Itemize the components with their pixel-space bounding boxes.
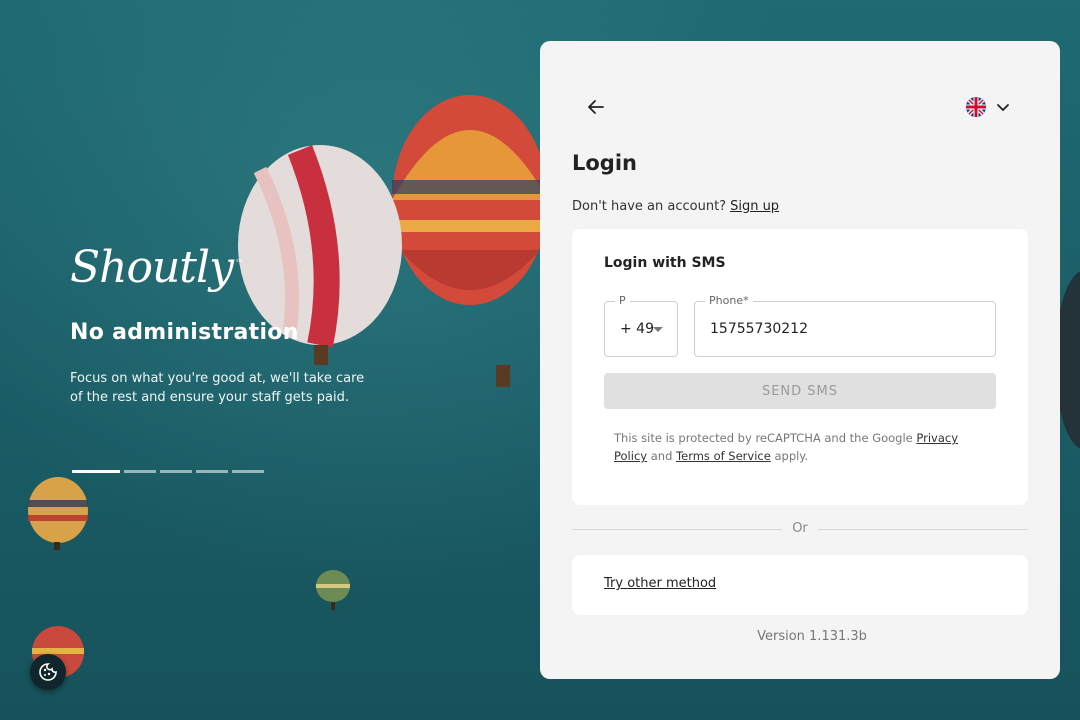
other-method-panel: Try other method bbox=[572, 555, 1028, 615]
cookie-settings-button[interactable] bbox=[30, 654, 66, 690]
recaptcha-notice: This site is protected by reCAPTCHA and … bbox=[614, 429, 984, 465]
chevron-down-icon bbox=[997, 104, 1009, 112]
brand-logo-text: Shoutly bbox=[70, 242, 234, 293]
back-button[interactable] bbox=[582, 93, 610, 121]
brand-logo: Shoutly ™ bbox=[70, 242, 244, 293]
phone-field[interactable]: Phone* 15755730212 bbox=[694, 294, 996, 357]
carousel-dot-1[interactable] bbox=[72, 470, 120, 473]
recaptcha-apply: apply. bbox=[774, 449, 809, 463]
cookie-icon bbox=[39, 663, 57, 681]
recaptcha-and: and bbox=[650, 449, 673, 463]
carousel-dot-3[interactable] bbox=[160, 470, 192, 473]
no-account-text: Don't have an account? bbox=[572, 199, 727, 214]
app-version: Version 1.131.3b bbox=[757, 629, 867, 644]
sms-login-panel: Login with SMS P + 49 Phone* 15755730212… bbox=[572, 229, 1028, 505]
carousel-dot-2[interactable] bbox=[124, 470, 156, 473]
sms-login-title: Login with SMS bbox=[604, 255, 726, 271]
dropdown-caret-icon bbox=[653, 327, 663, 332]
country-code-select[interactable]: P + 49 bbox=[604, 294, 678, 357]
hero-title: No administration bbox=[70, 320, 299, 345]
balloon-tiny bbox=[316, 570, 350, 610]
phone-label: Phone* bbox=[705, 294, 753, 307]
recaptcha-text: This site is protected by reCAPTCHA and … bbox=[614, 431, 913, 445]
country-code-label: P bbox=[615, 294, 630, 307]
login-card: Login Don't have an account? Sign up Logi… bbox=[540, 41, 1060, 679]
balloon-large-right bbox=[392, 95, 548, 387]
hero-description: Focus on what you're good at, we'll take… bbox=[70, 371, 365, 405]
divider-line-right bbox=[818, 529, 1028, 530]
balloon-small-left bbox=[28, 477, 88, 550]
country-code-value: + 49 bbox=[620, 321, 654, 337]
carousel-dot-5[interactable] bbox=[232, 470, 264, 473]
page-title: Login bbox=[572, 151, 637, 175]
carousel-indicator bbox=[72, 470, 264, 473]
send-sms-button[interactable]: SEND SMS bbox=[604, 373, 996, 409]
language-selector[interactable] bbox=[966, 93, 1022, 121]
trademark-mark: ™ bbox=[234, 259, 244, 270]
signup-prompt: Don't have an account? Sign up bbox=[572, 199, 779, 214]
terms-of-service-link[interactable]: Terms of Service bbox=[676, 449, 771, 463]
uk-flag-icon bbox=[966, 97, 986, 117]
or-divider: Or bbox=[572, 519, 1028, 539]
phone-value[interactable]: 15755730212 bbox=[710, 321, 808, 337]
arrow-left-icon bbox=[588, 100, 604, 114]
try-other-method-link[interactable]: Try other method bbox=[604, 576, 716, 591]
carousel-dot-4[interactable] bbox=[196, 470, 228, 473]
signup-link[interactable]: Sign up bbox=[730, 199, 779, 214]
